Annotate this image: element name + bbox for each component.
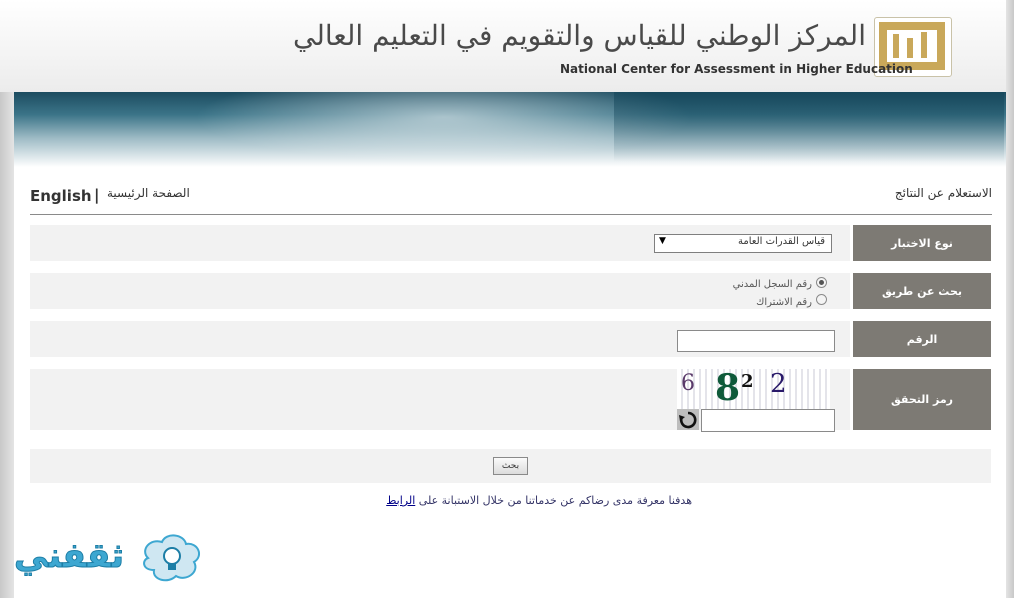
exam-type-select[interactable]: قياس القدرات العامة ▼ xyxy=(654,234,832,253)
survey-text: هدفنا معرفة مدى رضاكم عن خدماتنا من خلال… xyxy=(418,494,692,507)
search-button[interactable]: بحث xyxy=(493,457,528,475)
survey-message: هدفنا معرفة مدى رضاكم عن خدماتنا من خلال… xyxy=(300,494,692,507)
right-frame xyxy=(1006,0,1014,598)
nav-separator: | xyxy=(94,186,100,204)
watermark-text: ثقفني xyxy=(14,536,125,577)
number-label: الرقم xyxy=(853,321,991,357)
page-title: الاستعلام عن النتائج xyxy=(894,186,992,200)
lightbulb-icon xyxy=(138,532,204,584)
captcha-digit: 8 xyxy=(715,369,741,409)
survey-link[interactable]: الرابط xyxy=(386,494,415,507)
left-frame xyxy=(0,92,14,598)
chevron-down-icon: ▼ xyxy=(659,236,666,246)
subscription-radio[interactable] xyxy=(816,294,827,305)
org-name-english: National Center for Assessment in Higher… xyxy=(560,62,913,76)
captcha-digit: 2 xyxy=(770,369,787,399)
home-link[interactable]: الصفحة الرئيسية xyxy=(107,186,190,200)
title-divider xyxy=(30,214,992,215)
national-id-radio-label: رقم السجل المدني xyxy=(732,279,812,290)
exam-type-label: نوع الاختبار xyxy=(853,225,991,261)
search-by-label: بحث عن طريق xyxy=(853,273,991,309)
captcha-digit: 6 xyxy=(681,371,695,396)
english-link[interactable]: English xyxy=(30,187,92,205)
captcha-input[interactable] xyxy=(701,409,835,432)
captcha-digit: 2 xyxy=(741,371,754,392)
exam-type-value: قياس القدرات العامة xyxy=(738,236,825,247)
captcha-label: رمز التحقق xyxy=(853,369,991,430)
header-banner xyxy=(14,92,1006,167)
national-id-radio[interactable] xyxy=(816,277,827,288)
subscription-radio-label: رقم الاشتراك xyxy=(756,297,812,308)
org-name-arabic: المركز الوطني للقياس والتقويم في التعليم… xyxy=(292,19,866,52)
refresh-captcha-icon[interactable] xyxy=(677,409,699,430)
captcha-image: 6 8 2 2 xyxy=(677,369,830,409)
number-input[interactable] xyxy=(677,330,835,352)
